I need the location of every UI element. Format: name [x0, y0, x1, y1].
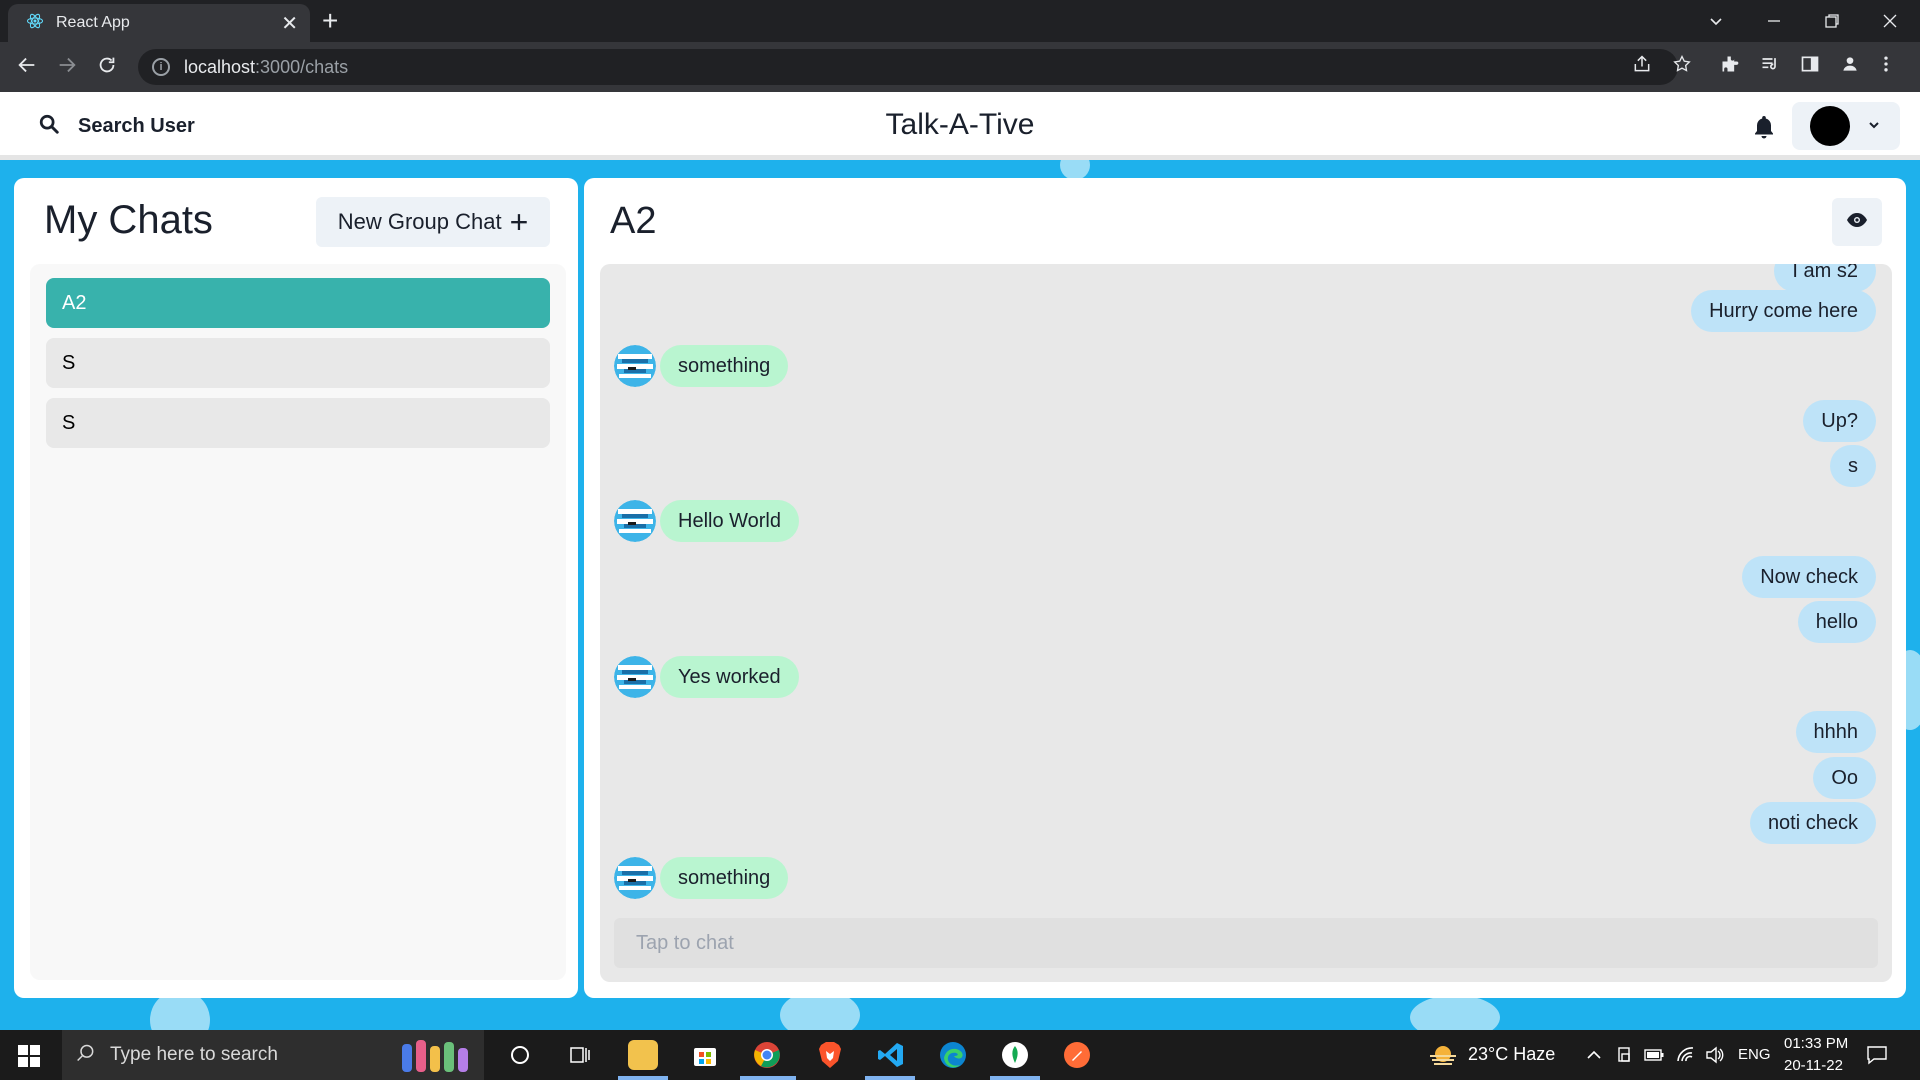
mongodb-compass-icon[interactable]: [1000, 1040, 1030, 1070]
wifi-icon[interactable]: [1676, 1044, 1696, 1069]
minimize-icon[interactable]: [1766, 0, 1782, 42]
sent-message: I am s2: [1774, 264, 1876, 292]
received-message: Hello World: [660, 500, 799, 542]
back-icon[interactable]: [16, 54, 38, 82]
cortana-icon[interactable]: [505, 1040, 535, 1070]
url-host: localhost: [184, 56, 256, 77]
language-indicator[interactable]: ENG: [1738, 1046, 1771, 1063]
new-tab-button[interactable]: +: [322, 6, 338, 36]
star-icon[interactable]: [1672, 54, 1692, 80]
app-running-indicator: [618, 1076, 668, 1080]
new-group-chat-label: New Group Chat: [337, 209, 502, 234]
tab-title: React App: [56, 14, 130, 31]
store-icon[interactable]: [690, 1040, 720, 1070]
sender-avatar[interactable]: [614, 656, 656, 698]
app-running-indicator: [865, 1076, 915, 1080]
sent-message: hello: [1797, 601, 1876, 643]
windows-start-icon[interactable]: [18, 1045, 40, 1072]
app-brand-title: Talk-A-Tive: [885, 108, 1035, 141]
restore-icon[interactable]: [1824, 0, 1840, 42]
chat-list-item[interactable]: A2: [46, 278, 550, 328]
media-icon[interactable]: [1760, 54, 1780, 80]
notification-bell-icon[interactable]: [1752, 114, 1776, 145]
search-highlight-icon: [394, 1036, 474, 1080]
sent-message: hhhh: [1795, 711, 1876, 753]
clock-date[interactable]: 20-11-22: [1784, 1057, 1843, 1074]
search-icon: [76, 1043, 96, 1068]
url-path: :3000/chats: [255, 56, 349, 77]
sender-avatar[interactable]: [614, 857, 656, 899]
chat-window: A2 I am s2Hurry come here something Up?s He…: [584, 178, 1906, 998]
avatar: [1810, 106, 1850, 146]
received-message: Yes worked: [660, 656, 799, 698]
eye-icon: [1847, 212, 1867, 232]
react-icon: [26, 12, 44, 35]
profile-icon[interactable]: [1840, 54, 1860, 80]
chevron-down-icon: [1868, 118, 1880, 134]
site-info-icon[interactable]: i: [152, 58, 170, 76]
taskbar-search[interactable]: Type here to search: [62, 1030, 484, 1080]
weather-text[interactable]: 23°C Haze: [1468, 1044, 1555, 1065]
sent-message: Hurry come here: [1691, 290, 1876, 332]
url-field[interactable]: i localhost:3000/chats: [138, 49, 1678, 85]
chat-input[interactable]: [614, 918, 1878, 968]
tab-close-icon[interactable]: ✕: [281, 11, 298, 36]
edge-icon[interactable]: [938, 1040, 968, 1070]
received-message: something: [660, 857, 789, 899]
forward-icon[interactable]: [56, 54, 78, 82]
sent-message: Oo: [1813, 757, 1876, 799]
sent-message: noti check: [1749, 802, 1876, 844]
browser-tab[interactable]: React App ✕: [8, 4, 310, 42]
show-hidden-icons-chevron-icon[interactable]: [1586, 1048, 1602, 1066]
reload-icon[interactable]: [96, 54, 118, 82]
taskbar-search-placeholder: Type here to search: [110, 1044, 278, 1065]
tab-search-chevron-icon[interactable]: [1708, 0, 1724, 42]
chat-title: A2: [610, 200, 657, 242]
app-running-indicator: [990, 1076, 1040, 1080]
extensions-icon[interactable]: [1720, 54, 1740, 80]
received-message: something: [660, 345, 789, 387]
search-user-label: Search User: [78, 114, 195, 137]
chat-list-item[interactable]: S: [46, 398, 550, 448]
app-header: Search User Talk-A-Tive: [0, 92, 1920, 160]
notification-center-icon[interactable]: [1866, 1044, 1888, 1071]
search-icon: [38, 113, 60, 140]
chat-list: A2 S S: [30, 264, 566, 980]
chrome-icon[interactable]: [752, 1040, 782, 1070]
browser-address-bar: i localhost:3000/chats: [0, 42, 1920, 92]
new-group-chat-button[interactable]: New Group Chat +: [316, 197, 550, 247]
message-area[interactable]: I am s2Hurry come here something Up?s Hello…: [600, 264, 1892, 982]
postman-icon[interactable]: [1062, 1040, 1092, 1070]
meet-now-icon[interactable]: [1616, 1046, 1634, 1069]
share-icon[interactable]: [1632, 54, 1652, 80]
side-panel-icon[interactable]: [1800, 54, 1820, 80]
my-chats-title: My Chats: [44, 198, 213, 242]
profile-menu-button[interactable]: [1792, 102, 1900, 150]
close-window-icon[interactable]: [1882, 0, 1898, 42]
browser-tab-bar: React App ✕ +: [0, 0, 1920, 42]
clock-time[interactable]: 01:33 PM: [1784, 1035, 1848, 1052]
view-profile-button[interactable]: [1832, 198, 1882, 246]
battery-icon[interactable]: [1644, 1048, 1664, 1067]
plus-icon: +: [509, 204, 529, 240]
volume-icon[interactable]: [1704, 1045, 1724, 1070]
sent-message: Up?: [1803, 400, 1876, 442]
weather-icon[interactable]: [1428, 1042, 1458, 1073]
my-chats-panel: My Chats New Group Chat + A2 S S: [14, 178, 578, 998]
brave-icon[interactable]: [815, 1040, 845, 1070]
chat-list-item[interactable]: S: [46, 338, 550, 388]
menu-kebab-icon[interactable]: [1882, 54, 1890, 80]
file-explorer-icon[interactable]: [628, 1040, 658, 1070]
vscode-icon[interactable]: [876, 1040, 906, 1070]
sent-message: Now check: [1742, 556, 1876, 598]
app-active-indicator: [740, 1076, 796, 1080]
windows-taskbar: Type here to search 23°C Haze ENG 01:33 …: [0, 1030, 1920, 1080]
search-user-button[interactable]: Search User: [28, 106, 205, 146]
task-view-icon[interactable]: [565, 1040, 595, 1070]
sender-avatar[interactable]: [614, 345, 656, 387]
sender-avatar[interactable]: [614, 500, 656, 542]
sent-message: s: [1830, 445, 1876, 487]
